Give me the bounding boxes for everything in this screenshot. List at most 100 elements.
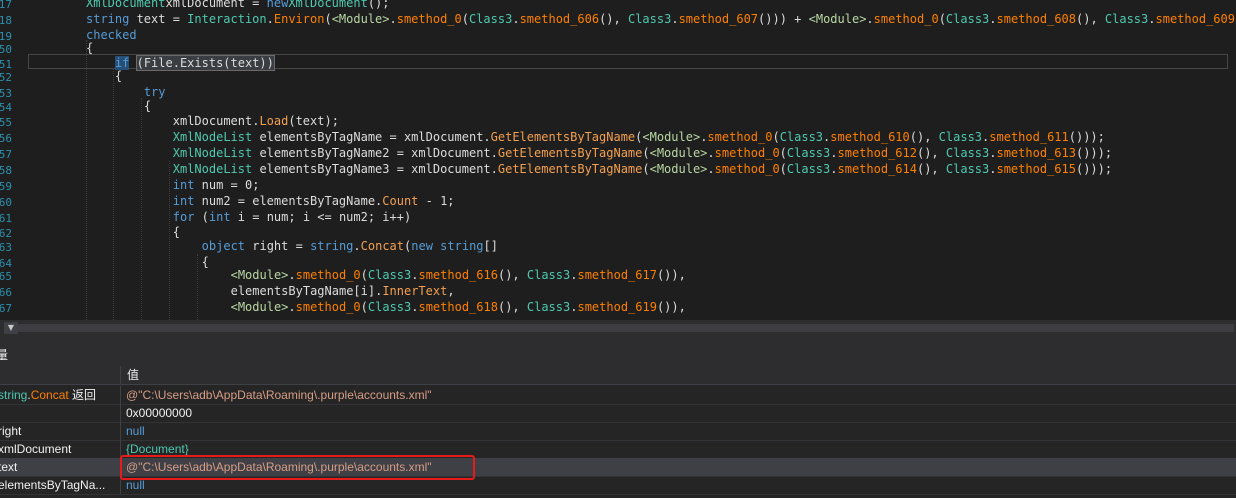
variable-value[interactable]: null [126,422,145,440]
red-annotation-box [120,455,475,480]
code-line[interactable]: int num2 = elementsByTagName.Count - 1; [173,193,455,209]
line-number: 57 [0,148,12,161]
token-type: Class3 [367,300,412,314]
column-separator [120,404,121,422]
code-line[interactable]: <Module>.smethod_0(Class3.smethod_616(),… [231,267,686,283]
variable-name: xmlDocument [0,440,116,458]
locals-row[interactable]: right null [0,422,1236,441]
code-line[interactable]: XmlNodeList elementsByTagName = xmlDocum… [173,129,1105,145]
code-line[interactable]: int num = 0; [173,177,260,193]
scrollbar-thumb[interactable] [18,324,1234,332]
locals-row[interactable]: i 0x00000000 [0,404,1236,423]
token-type: Class3 [526,300,571,314]
code-line[interactable]: for (int i = num; i <= num2; i++) [173,209,411,225]
zoom-dropdown-icon[interactable]: ▼ [4,322,18,334]
variable-name-part: xmlDocument [0,442,72,456]
token-text: . [707,146,715,160]
line-number: 50 [0,43,12,56]
token-kw: new [411,239,433,253]
code-line[interactable]: object right = string.Concat(new string[… [202,238,498,254]
token-kw: int [208,210,231,224]
token-kw: string [86,12,130,26]
token-text: (), [1076,12,1105,26]
token-text: . [512,12,520,26]
token-text: ()), [656,300,686,314]
token-text: (), [497,268,527,282]
token-text: xmlDocument = [165,0,267,10]
token-text: . [866,12,874,26]
token-text: ())) + [758,12,809,26]
code-line[interactable]: XmlNodeList elementsByTagName2 = xmlDocu… [173,145,1112,161]
token-type: XmlNodeList [172,130,253,144]
header-name-column[interactable] [0,366,121,384]
token-text: i = num; i <= num2; i++) [230,210,412,224]
token-prop: InnerText [382,284,448,298]
code-line[interactable]: { [86,40,93,56]
token-method: smethod_0 [295,300,361,314]
code-line[interactable]: string text = Interaction.Environ(<Modul… [86,11,1236,27]
variable-name-part: string [0,388,28,402]
token-method: smethod_612 [837,146,917,160]
token-method: smethod_0 [873,12,939,26]
code-line[interactable]: { [173,224,180,240]
token-type: XmlNodeList [172,146,253,160]
code-line[interactable]: xmlDocument.Load(text); [173,113,339,129]
token-type: Class3 [526,268,571,282]
token-mod: <Module> [642,130,701,144]
indent-guide [197,254,198,320]
token-text: ( [772,130,780,144]
token-kw: for [172,210,195,224]
line-number: 18 [0,14,12,27]
code-line[interactable]: if (File.Exists(text)) [114,55,275,71]
token-method: smethod_610 [830,130,910,144]
token-kw: int [172,178,195,192]
token-method: smethod_606 [519,12,600,26]
variable-name: i [0,404,116,422]
code-editor[interactable]: 17 18 19 50 51 52 53 54 55 56 57 58 59 60 61 62 63 64 65 66… [0,0,1236,320]
token-text: (), [497,300,527,314]
indent-guide [141,98,142,320]
code-area[interactable]: XmlDocumentxmlDocument = newXmlDocument(… [30,0,1236,320]
variable-value[interactable]: 0x00000000 [126,404,192,422]
token-kw: string [440,239,484,253]
token-text: elementsByTagName2 = xmlDocument. [252,146,498,160]
line-number: 52 [0,71,12,84]
variable-name-part: 返回 [68,388,97,402]
token-text: (); [367,0,390,10]
token-text: { [86,41,94,55]
locals-row[interactable]: string.Concat 返回 @"C:\Users\adb\AppData\R… [0,386,1236,405]
code-line[interactable]: { [115,68,122,84]
token-method: smethod_615 [996,162,1076,176]
code-line[interactable]: { [144,98,151,114]
line-number: 65 [0,270,12,283]
token-prop: Concat [360,239,405,253]
code-line[interactable]: <Module>.smethod_0(Class3.smethod_618(),… [231,299,686,315]
code-line[interactable]: XmlDocumentxmlDocument = newXmlDocument(… [86,0,390,11]
token-kw: new [266,0,289,10]
token-text: { [143,99,152,113]
variable-name-part: i [0,406,1,420]
line-number: 66 [0,286,12,299]
indent-guide [169,161,170,320]
token-text: (), [909,130,939,144]
token-method: smethod_0 [714,162,780,176]
token-type: Class3 [945,12,990,26]
code-line[interactable]: { [202,254,209,270]
line-number: 61 [0,212,12,225]
token-text: - 1; [418,194,455,208]
token-text: ( [360,300,368,314]
token-text: elementsByTagName3 = xmlDocument. [252,162,498,176]
token-text: num2 = elementsByTagName. [194,194,383,208]
variable-name-part: right [0,424,22,438]
token-mod: <Module> [649,162,708,176]
code-line[interactable]: checked [86,27,137,43]
header-value-column[interactable]: 值 [127,367,139,383]
token-type: Class3 [1104,12,1149,26]
line-number: 59 [0,180,12,193]
locals-title: 量 [0,348,9,362]
code-line[interactable]: XmlNodeList elementsByTagName3 = xmlDocu… [173,161,1112,177]
horizontal-scrollbar[interactable] [0,320,1236,336]
variable-value[interactable]: @"C:\Users\adb\AppData\Roaming\.purple\a… [126,386,432,404]
code-line[interactable]: elementsByTagName[i].InnerText, [231,283,455,299]
